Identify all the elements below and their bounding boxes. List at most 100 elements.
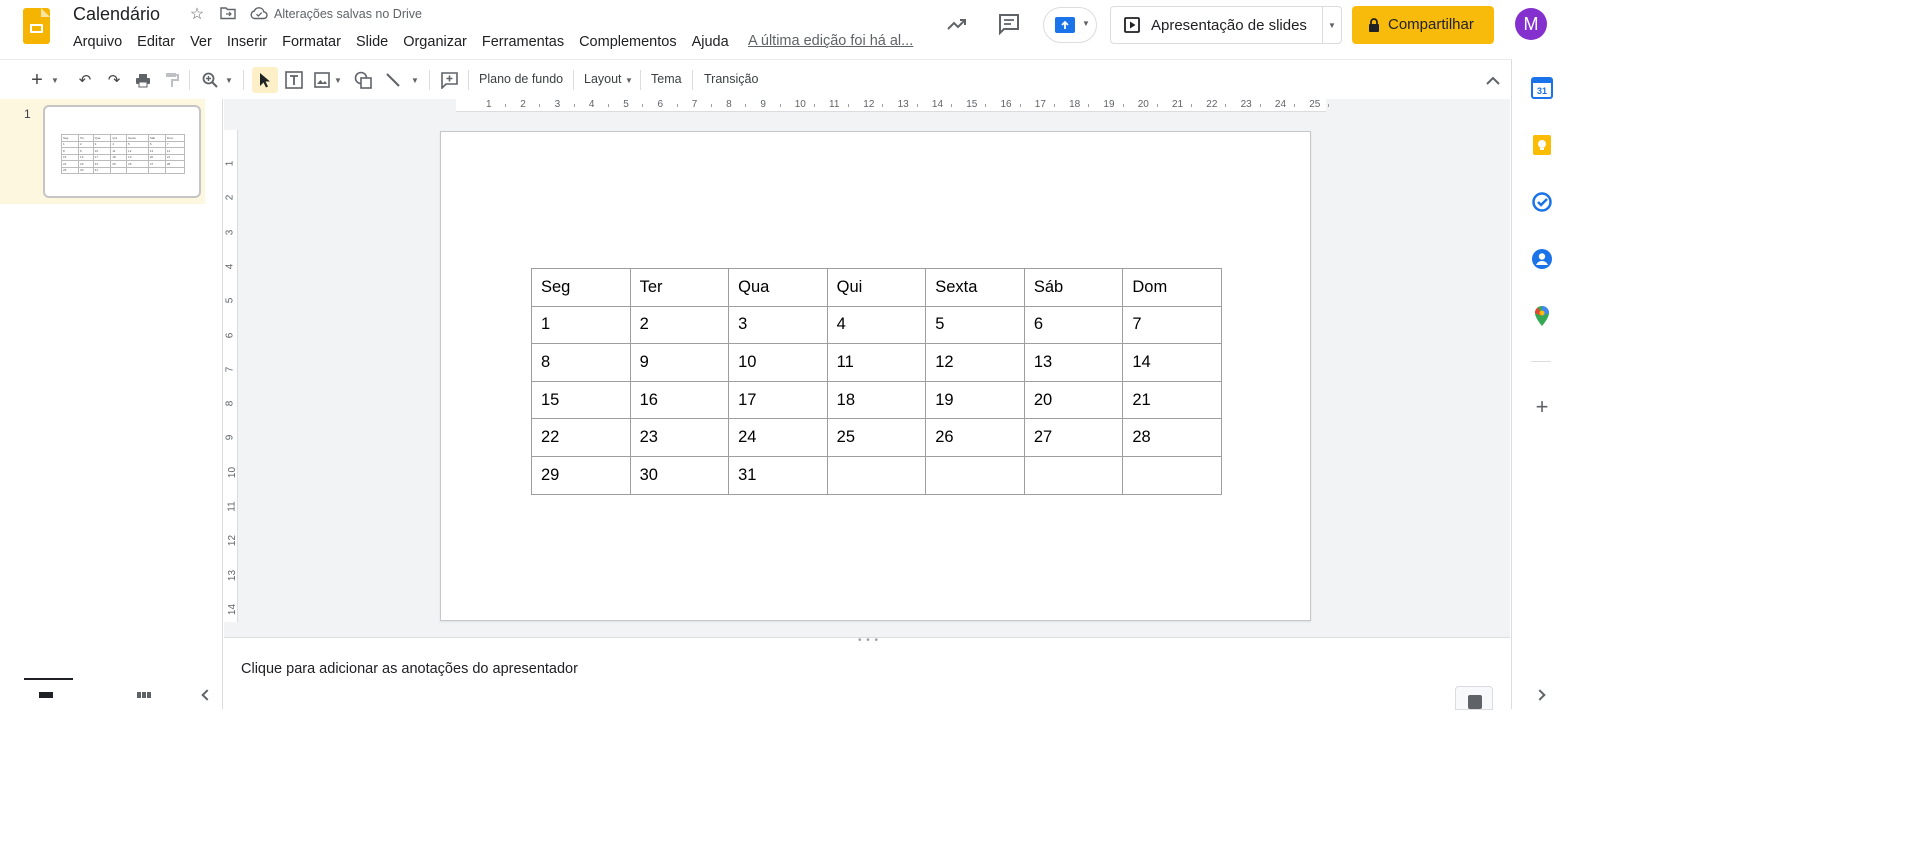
collapse-filmstrip-chevron-icon[interactable] bbox=[201, 689, 213, 701]
grid-view-icon[interactable] bbox=[137, 692, 151, 698]
add-addon-icon[interactable]: + bbox=[1531, 396, 1553, 418]
calendar-table[interactable]: Seg Ter Qua Qui Sexta Sáb Dom 1 2 3 4 5 … bbox=[531, 268, 1222, 495]
calendar-day-cell[interactable] bbox=[925, 455, 1025, 495]
calendar-day-cell[interactable]: 1 bbox=[531, 305, 631, 345]
calendar-day-cell[interactable]: 29 bbox=[531, 455, 631, 495]
calendar-day-cell[interactable]: 13 bbox=[1023, 343, 1124, 382]
last-edit-link[interactable]: A última edição foi há al... bbox=[748, 33, 913, 49]
theme-button[interactable]: Tema bbox=[651, 72, 682, 86]
menu-complementos[interactable]: Complementos bbox=[579, 33, 684, 51]
calendar-header-cell[interactable]: Ter bbox=[629, 268, 730, 307]
image-chevron-icon[interactable]: ▼ bbox=[331, 67, 345, 93]
calendar-day-cell[interactable] bbox=[1122, 455, 1222, 495]
redo-icon[interactable]: ↷ bbox=[101, 67, 127, 93]
zoom-icon[interactable] bbox=[197, 67, 223, 93]
account-avatar[interactable]: M bbox=[1515, 8, 1547, 40]
calendar-day-cell[interactable]: 27 bbox=[1023, 418, 1124, 457]
calendar-day-cell[interactable]: 31 bbox=[728, 455, 828, 495]
move-folder-icon[interactable] bbox=[219, 6, 237, 24]
print-icon[interactable] bbox=[130, 67, 156, 93]
calendar-day-cell[interactable]: 12 bbox=[925, 343, 1025, 382]
calendar-header-cell[interactable]: Seg bbox=[531, 268, 631, 307]
notes-resize-handle[interactable]: • • • bbox=[858, 635, 879, 646]
calendar-header-cell[interactable]: Qui bbox=[826, 268, 927, 307]
tasks-app-icon[interactable] bbox=[1531, 191, 1553, 213]
calendar-day-cell[interactable]: 24 bbox=[728, 418, 828, 457]
calendar-day-cell[interactable] bbox=[1023, 455, 1124, 495]
calendar-day-cell[interactable] bbox=[826, 455, 927, 495]
calendar-day-cell[interactable]: 2 bbox=[629, 305, 730, 345]
calendar-app-icon[interactable]: 31 bbox=[1531, 77, 1553, 99]
calendar-day-cell[interactable]: 4 bbox=[826, 305, 927, 345]
cloud-saved-icon[interactable] bbox=[250, 6, 268, 24]
line-chevron-icon[interactable]: ▼ bbox=[408, 67, 422, 93]
activity-trend-icon[interactable] bbox=[945, 12, 969, 36]
calendar-day-cell[interactable]: 26 bbox=[925, 418, 1025, 457]
menu-inserir[interactable]: Inserir bbox=[227, 33, 274, 51]
speaker-notes-panel[interactable]: • • • Clique para adicionar as anotações… bbox=[224, 635, 1510, 710]
maps-app-icon[interactable] bbox=[1531, 305, 1553, 327]
background-button[interactable]: Plano de fundo bbox=[479, 72, 563, 86]
calendar-day-cell[interactable]: 9 bbox=[629, 343, 730, 382]
calendar-day-cell[interactable]: 22 bbox=[531, 418, 631, 457]
menu-arquivo[interactable]: Arquivo bbox=[73, 33, 129, 51]
paint-format-icon[interactable] bbox=[159, 67, 185, 93]
add-comment-icon[interactable] bbox=[436, 67, 462, 93]
calendar-day-cell[interactable]: 3 bbox=[728, 305, 828, 345]
menu-organizar[interactable]: Organizar bbox=[403, 33, 474, 51]
line-icon[interactable] bbox=[380, 67, 406, 93]
calendar-day-cell[interactable]: 25 bbox=[826, 418, 927, 457]
new-slide-layout-chevron-icon[interactable]: ▼ bbox=[48, 67, 62, 93]
new-slide-icon[interactable]: + bbox=[24, 67, 50, 93]
collapse-toolbar-chevron-icon[interactable] bbox=[1480, 67, 1506, 93]
calendar-day-cell[interactable]: 14 bbox=[1122, 343, 1222, 382]
menu-ver[interactable]: Ver bbox=[190, 33, 219, 51]
calendar-day-cell[interactable]: 20 bbox=[1023, 380, 1124, 420]
calendar-day-cell[interactable]: 7 bbox=[1122, 305, 1222, 345]
calendar-day-cell[interactable]: 10 bbox=[728, 343, 828, 382]
calendar-header-cell[interactable]: Sexta bbox=[925, 268, 1025, 307]
speaker-notes-placeholder[interactable]: Clique para adicionar as anotações do ap… bbox=[241, 661, 578, 677]
calendar-day-cell[interactable]: 6 bbox=[1023, 305, 1124, 345]
filmstrip-view-icon[interactable] bbox=[39, 692, 53, 698]
share-button[interactable]: Compartilhar bbox=[1352, 6, 1494, 44]
slideshow-options-chevron-icon[interactable]: ▼ bbox=[1328, 21, 1336, 30]
vertical-ruler[interactable]: 1 2 3 4 5 6 7 8 9 10 11 12 13 14 bbox=[224, 112, 240, 637]
zoom-chevron-icon[interactable]: ▼ bbox=[222, 67, 236, 93]
menu-ajuda[interactable]: Ajuda bbox=[692, 33, 736, 51]
calendar-day-cell[interactable]: 11 bbox=[826, 343, 927, 382]
calendar-day-cell[interactable]: 30 bbox=[629, 455, 730, 495]
calendar-day-cell[interactable]: 28 bbox=[1122, 418, 1222, 457]
calendar-day-cell[interactable]: 5 bbox=[925, 305, 1025, 345]
undo-icon[interactable]: ↶ bbox=[72, 67, 98, 93]
star-icon[interactable]: ☆ bbox=[188, 6, 206, 24]
explore-button[interactable] bbox=[1455, 686, 1493, 710]
calendar-header-cell[interactable]: Dom bbox=[1122, 268, 1222, 307]
present-meeting-button[interactable]: ▼ bbox=[1043, 7, 1097, 43]
calendar-day-cell[interactable]: 21 bbox=[1122, 380, 1222, 420]
select-cursor-icon[interactable] bbox=[252, 67, 278, 93]
slides-logo-icon[interactable] bbox=[23, 8, 50, 44]
shape-icon[interactable] bbox=[350, 67, 376, 93]
menu-editar[interactable]: Editar bbox=[137, 33, 182, 51]
slide-canvas[interactable]: Seg Ter Qua Qui Sexta Sáb Dom 1 2 3 4 5 … bbox=[440, 131, 1311, 621]
contacts-app-icon[interactable] bbox=[1531, 248, 1553, 270]
transition-button[interactable]: Transição bbox=[704, 72, 758, 86]
menu-ferramentas[interactable]: Ferramentas bbox=[482, 33, 571, 51]
document-title[interactable]: Calendário bbox=[73, 4, 160, 25]
slideshow-button[interactable]: Apresentação de slides ▼ bbox=[1110, 6, 1342, 44]
menu-slide[interactable]: Slide bbox=[356, 33, 395, 51]
calendar-day-cell[interactable]: 8 bbox=[531, 343, 631, 382]
calendar-header-cell[interactable]: Sáb bbox=[1023, 268, 1124, 307]
calendar-day-cell[interactable]: 23 bbox=[629, 418, 730, 457]
text-box-icon[interactable] bbox=[281, 67, 307, 93]
calendar-header-cell[interactable]: Qua bbox=[728, 268, 828, 307]
calendar-day-cell[interactable]: 18 bbox=[826, 380, 927, 420]
keep-app-icon[interactable] bbox=[1531, 134, 1553, 156]
calendar-day-cell[interactable]: 15 bbox=[531, 380, 631, 420]
menu-formatar[interactable]: Formatar bbox=[282, 33, 348, 51]
expand-side-panel-chevron-icon[interactable] bbox=[1534, 689, 1546, 701]
horizontal-ruler[interactable]: 1 2 3 4 5 6 7 8 9 10 11 12 13 14 15 16 17 18 19 20 21 22 23 24 2… bbox=[240, 99, 1510, 112]
layout-button[interactable]: Layout ▼ bbox=[584, 72, 633, 86]
calendar-day-cell[interactable]: 16 bbox=[629, 380, 730, 420]
